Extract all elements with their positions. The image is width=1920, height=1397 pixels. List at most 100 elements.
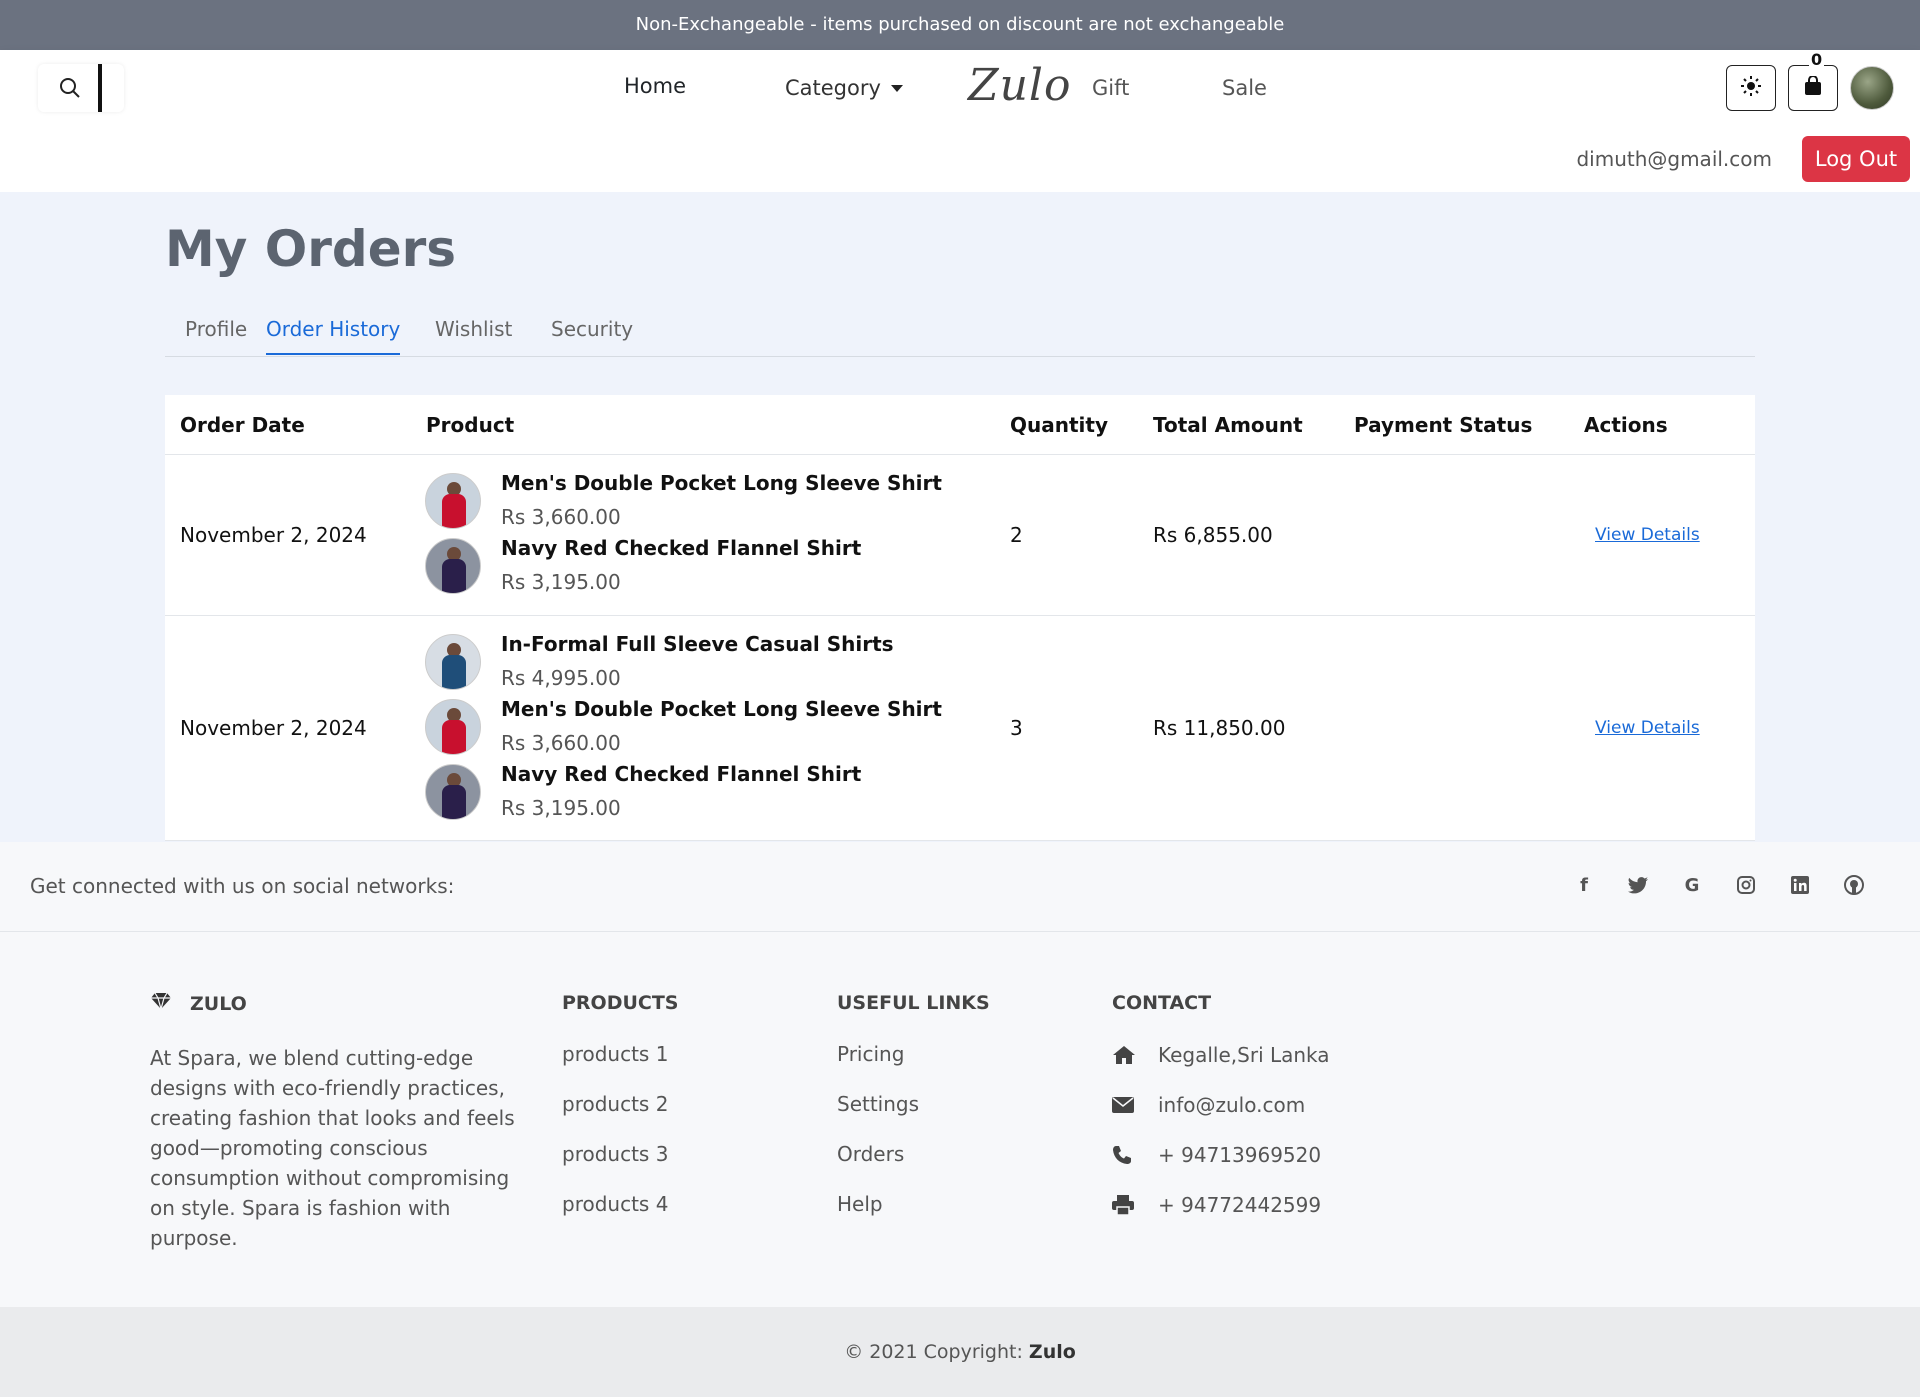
sun-icon <box>1741 76 1761 100</box>
user-bar: dimuth@gmail.com Log Out <box>0 125 1920 192</box>
footer-link-help[interactable]: Help <box>837 1192 990 1242</box>
twitter-icon[interactable] <box>1627 874 1649 896</box>
product-name[interactable]: Men's Double Pocket Long Sleeve Shirt <box>501 697 942 721</box>
profile-tabs: Profile Order History Wishlist Security <box>165 317 1755 357</box>
copyright-text: © 2021 Copyright: <box>844 1341 1029 1363</box>
contact-fax: + 94772442599 <box>1112 1180 1330 1230</box>
nav-category-label: Category <box>785 76 881 100</box>
search-input-cursor[interactable] <box>98 64 102 112</box>
footer-link-orders[interactable]: Orders <box>837 1142 990 1192</box>
product-name[interactable]: Men's Double Pocket Long Sleeve Shirt <box>501 471 942 495</box>
caret-down-icon <box>890 84 903 92</box>
shopping-bag-icon <box>1804 75 1822 100</box>
facebook-icon[interactable]: f <box>1573 874 1595 896</box>
contact-fax-text: + 94772442599 <box>1158 1193 1322 1217</box>
col-quantity: Quantity <box>1010 413 1108 437</box>
contact-email-text: info@zulo.com <box>1158 1093 1306 1117</box>
cart-count-badge: 0 <box>1809 50 1825 69</box>
contact-address-text: Kegalle,Sri Lanka <box>1158 1043 1330 1067</box>
footer-useful-links: USEFUL LINKS Pricing Settings Orders Hel… <box>837 992 990 1242</box>
footer-brand: ZULO <box>150 992 520 1015</box>
contact-phone: + 94713969520 <box>1112 1130 1330 1180</box>
product-thumbnail <box>425 538 481 594</box>
cart-button[interactable]: 0 <box>1788 50 1838 111</box>
footer-brand-name: ZULO <box>190 992 247 1015</box>
product-price: Rs 3,660.00 <box>501 505 621 529</box>
order-quantity: 3 <box>1010 716 1023 740</box>
order-quantity: 2 <box>1010 523 1023 547</box>
home-icon <box>1112 1045 1158 1065</box>
product-price: Rs 4,995.00 <box>501 666 621 690</box>
nav-actions: 0 <box>1726 50 1894 112</box>
footer-link-pricing[interactable]: Pricing <box>837 1042 990 1092</box>
main-content: My Orders Profile Order History Wishlist… <box>0 192 1920 842</box>
footer-link-settings[interactable]: Settings <box>837 1092 990 1142</box>
order-total: Rs 6,855.00 <box>1153 523 1273 547</box>
phone-icon <box>1112 1145 1158 1165</box>
copyright-brand[interactable]: Zulo <box>1029 1341 1076 1363</box>
order-date: November 2, 2024 <box>180 716 367 740</box>
product-name[interactable]: In-Formal Full Sleeve Casual Shirts <box>501 632 894 656</box>
order-total: Rs 11,850.00 <box>1153 716 1286 740</box>
footer-product-link[interactable]: products 3 <box>562 1142 679 1192</box>
order-item: Navy Red Checked Flannel Shirt Rs 3,195.… <box>425 762 905 827</box>
linkedin-icon[interactable] <box>1789 874 1811 896</box>
contact-email: info@zulo.com <box>1112 1080 1330 1130</box>
announcement-bar: Non-Exchangeable - items purchased on di… <box>0 0 1920 50</box>
tab-order-history[interactable]: Order History <box>266 317 401 355</box>
footer-links-heading: USEFUL LINKS <box>837 992 990 1014</box>
col-order-date: Order Date <box>180 413 305 437</box>
product-price: Rs 3,195.00 <box>501 570 621 594</box>
footer-product-link[interactable]: products 2 <box>562 1092 679 1142</box>
product-thumbnail <box>425 764 481 820</box>
search-icon[interactable] <box>58 76 82 100</box>
logout-button[interactable]: Log Out <box>1802 136 1910 182</box>
github-icon[interactable] <box>1843 874 1865 896</box>
nav-sale-link[interactable]: Sale <box>1222 76 1267 100</box>
table-header: Order Date Product Quantity Total Amount… <box>165 395 1755 455</box>
instagram-icon[interactable] <box>1735 874 1757 896</box>
col-product: Product <box>426 413 515 437</box>
contact-address: Kegalle,Sri Lanka <box>1112 1030 1330 1080</box>
orders-table: Order Date Product Quantity Total Amount… <box>165 395 1755 841</box>
social-icons: f G <box>1573 874 1865 896</box>
user-avatar[interactable] <box>1850 66 1894 110</box>
google-icon[interactable]: G <box>1681 874 1703 896</box>
search-box[interactable] <box>38 64 124 112</box>
tab-wishlist[interactable]: Wishlist <box>435 317 512 353</box>
nav-gift-link[interactable]: Gift <box>1092 76 1129 100</box>
envelope-icon <box>1112 1097 1158 1113</box>
footer-product-link[interactable]: products 1 <box>562 1042 679 1092</box>
product-name[interactable]: Navy Red Checked Flannel Shirt <box>501 536 861 560</box>
product-name[interactable]: Navy Red Checked Flannel Shirt <box>501 762 861 786</box>
order-date: November 2, 2024 <box>180 523 367 547</box>
social-text: Get connected with us on social networks… <box>30 874 455 898</box>
col-payment-status: Payment Status <box>1354 413 1533 437</box>
footer-products-heading: PRODUCTS <box>562 992 679 1014</box>
copyright-bar: © 2021 Copyright: Zulo <box>0 1307 1920 1397</box>
tab-security[interactable]: Security <box>551 317 633 353</box>
footer-product-link[interactable]: products 4 <box>562 1192 679 1242</box>
order-item: In-Formal Full Sleeve Casual Shirts Rs 4… <box>425 632 905 697</box>
product-thumbnail <box>425 634 481 690</box>
view-details-link[interactable]: View Details <box>1595 718 1700 738</box>
product-thumbnail <box>425 699 481 755</box>
social-bar: Get connected with us on social networks… <box>0 842 1920 932</box>
order-item: Navy Red Checked Flannel Shirt Rs 3,195.… <box>425 536 905 601</box>
product-price: Rs 3,195.00 <box>501 796 621 820</box>
order-item: Men's Double Pocket Long Sleeve Shirt Rs… <box>425 471 942 536</box>
footer-contact: CONTACT Kegalle,Sri Lanka info@zulo.com … <box>1112 992 1330 1230</box>
nav-category-dropdown[interactable]: Category <box>785 76 903 100</box>
col-actions: Actions <box>1584 413 1668 437</box>
table-row: November 2, 2024 In-Formal Full Sleeve C… <box>165 616 1755 841</box>
view-details-link[interactable]: View Details <box>1595 525 1700 545</box>
col-total-amount: Total Amount <box>1153 413 1303 437</box>
tab-profile[interactable]: Profile <box>185 317 247 353</box>
nav-home-link[interactable]: Home <box>624 74 686 98</box>
gem-icon <box>150 992 172 1015</box>
brand-logo[interactable]: Zulo <box>968 60 1071 111</box>
announcement-text: Non-Exchangeable - items purchased on di… <box>635 14 1285 35</box>
printer-icon <box>1112 1195 1158 1215</box>
table-row: November 2, 2024 Men's Double Pocket Lon… <box>165 455 1755 616</box>
theme-toggle-button[interactable] <box>1726 65 1776 111</box>
